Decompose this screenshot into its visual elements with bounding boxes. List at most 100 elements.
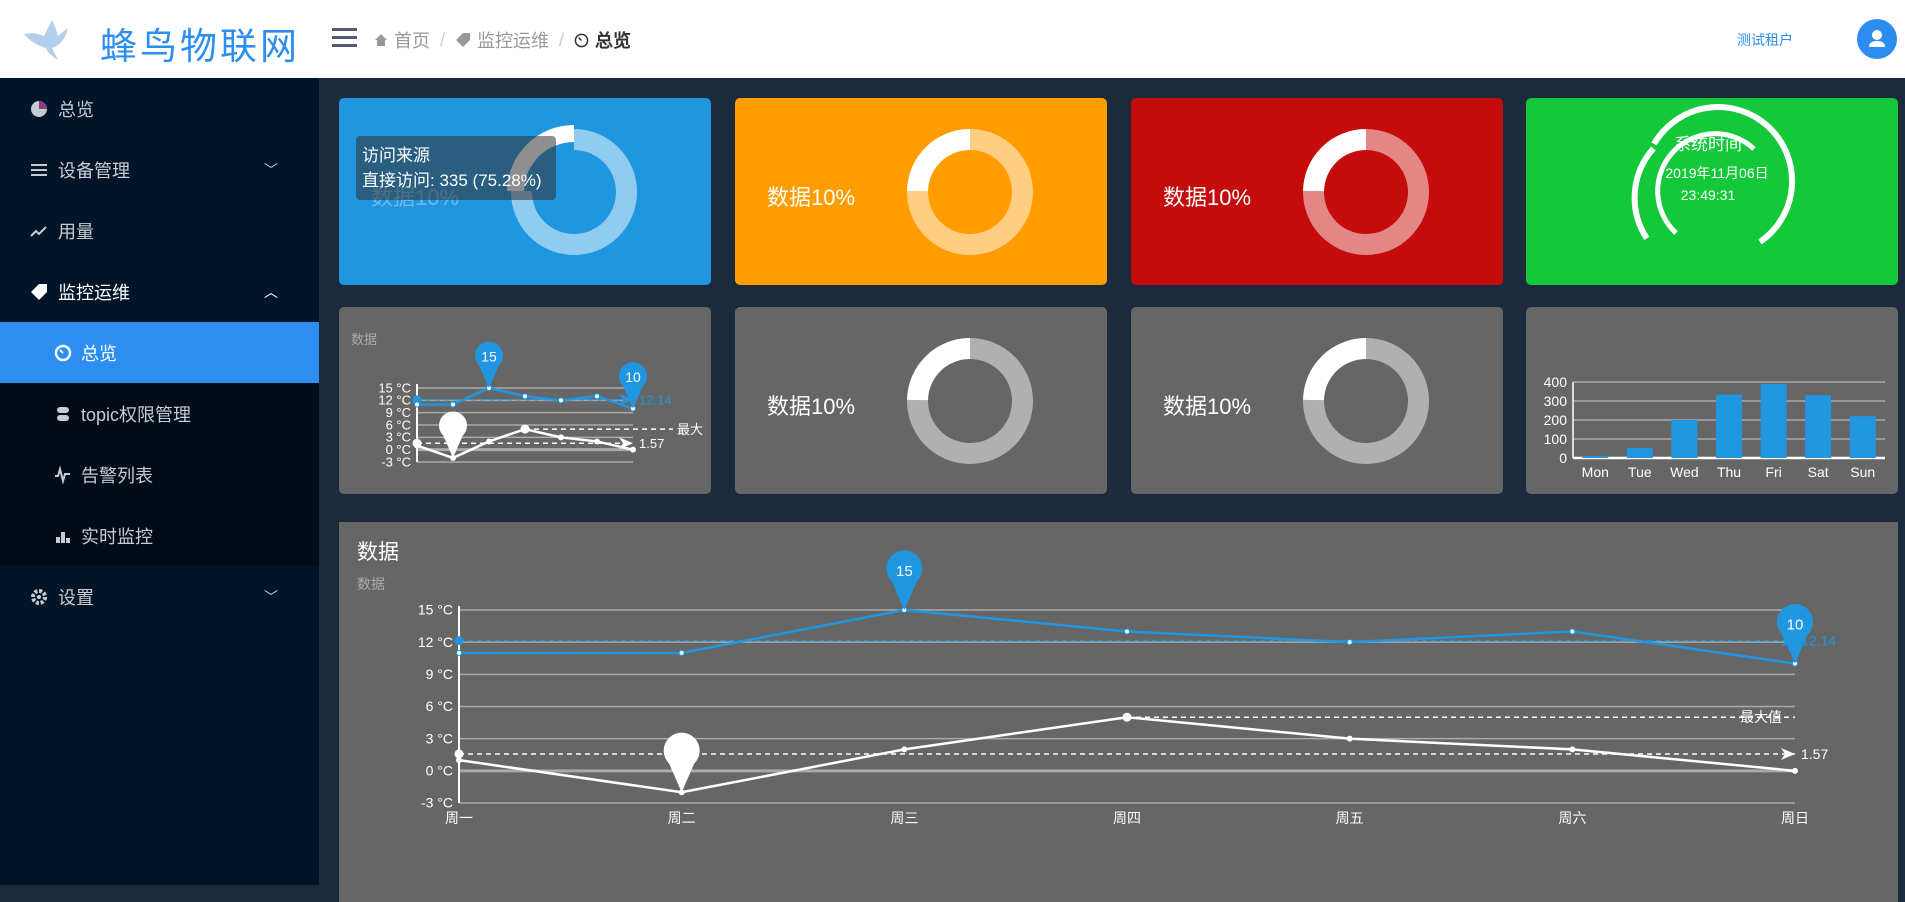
clock-display: 系统时间 2019年11月06日 23:49:31 <box>1526 130 1898 203</box>
max-marker <box>520 424 530 434</box>
tooltip: 访问来源 直接访问: 335 (75.28%) <box>356 136 556 200</box>
data-point <box>414 401 420 408</box>
sidebar-item-monitor[interactable]: 监控运维 ︿ <box>0 261 319 322</box>
user-name[interactable]: 测试租户 <box>1737 30 1793 50</box>
bar-chart-icon <box>56 531 70 543</box>
bar-wed <box>1671 420 1698 458</box>
pin-label: 10 <box>1787 616 1804 633</box>
breadcrumb-monitor[interactable]: 监控运维 <box>477 27 549 53</box>
y-tick-label: 0 °C <box>426 763 453 779</box>
x-tick-label: Mon <box>1582 464 1609 480</box>
clock-title: 系统时间 <box>1674 135 1742 154</box>
breadcrumb-current: 总览 <box>595 31 632 51</box>
x-tick-label: 周三 <box>890 810 918 826</box>
sidebar-item-label: 实时监控 <box>81 526 153 547</box>
sidebar-item-monitor-overview[interactable]: 总览 <box>0 322 319 383</box>
temperature-chart: -3 °C 0 °C 3 °C 6 °C 9 °C 12 °C 15 °C 周一 周二 周三 周四 周… <box>418 550 1836 826</box>
data-point <box>1346 735 1353 742</box>
pulse-icon <box>55 465 70 484</box>
bar-sun <box>1849 416 1876 458</box>
stat-card-orange: 数据10% <box>735 98 1107 285</box>
pin-label: 15 <box>896 563 913 580</box>
menu-toggle-icon[interactable] <box>332 28 357 48</box>
y-tick-label: 12 °C <box>418 634 453 650</box>
data-point <box>450 401 456 408</box>
dashboard-icon <box>574 33 589 47</box>
y-tick-label: 3 °C <box>426 730 453 746</box>
tooltip-value: 直接访问: 335 (75.28%) <box>362 171 542 190</box>
weekly-bar-chart: 0 100 200 300 400 Mon Tue Wed Thu Fri Sat Sun <box>1544 374 1885 480</box>
sidebar-item-usage[interactable]: 用量 <box>0 200 319 261</box>
user-icon <box>1869 30 1885 47</box>
breadcrumb-home[interactable]: 首页 <box>394 27 430 53</box>
donut-slice-rest <box>1303 129 1366 192</box>
x-tick-label: 周日 <box>1781 810 1809 826</box>
x-tick-label: 周六 <box>1558 810 1586 826</box>
clock-date: 2019年11月06日 <box>1665 165 1769 181</box>
dashboard-icon <box>54 344 72 361</box>
data-point <box>414 442 420 449</box>
sidebar-item-label: 设备管理 <box>58 160 130 181</box>
pin-label: 10 <box>625 369 641 385</box>
average-label: 1.57 <box>1801 746 1828 762</box>
tag-icon <box>456 33 471 47</box>
donut-slice-rest <box>1303 338 1366 401</box>
data-point <box>678 649 685 656</box>
pin-label: 15 <box>481 348 497 364</box>
hummingbird-logo-icon <box>24 20 68 60</box>
x-tick-label: 周二 <box>668 810 696 826</box>
sidebar-item-label: 总览 <box>81 343 117 364</box>
x-tick-label: Tue <box>1628 464 1652 480</box>
average-label: 12.14 <box>639 393 672 408</box>
bar-sat <box>1805 395 1832 458</box>
donut-slice-rest <box>907 338 970 401</box>
max-line-label: 最大值 <box>1740 709 1782 725</box>
data-point <box>594 393 600 400</box>
sidebar-item-realtime[interactable]: 实时监控 <box>0 505 319 566</box>
max-marker <box>1122 712 1132 722</box>
sidebar-item-settings[interactable]: 设置 ﹀ <box>0 566 319 627</box>
bar-thu <box>1716 394 1742 458</box>
x-tick-label: 周一 <box>445 810 473 826</box>
x-tick-label: 周四 <box>1113 810 1141 826</box>
card-label: 数据10% <box>767 394 856 419</box>
toggle-icon <box>57 406 69 421</box>
stat-card-gray: 数据10% <box>1131 307 1503 494</box>
sidebar-item-label: topic权限管理 <box>81 404 192 425</box>
y-tick-label: 9 °C <box>426 666 453 682</box>
sidebar-item-alerts[interactable]: 告警列表 <box>0 444 319 505</box>
breadcrumb-separator: / <box>559 29 565 50</box>
max-line-label: 最大 <box>677 422 703 437</box>
data-point <box>558 434 564 441</box>
chevron-down-icon: ﹀ <box>264 161 278 178</box>
pin-marker-icon <box>1777 603 1813 664</box>
avatar[interactable] <box>1857 19 1897 59</box>
temperature-mini-card: 数据 -3 °C 0 °C 3 °C 6 °C 9 °C 12 °C 15 °C 12.14 1… <box>339 307 711 494</box>
series-line <box>458 715 1796 794</box>
data-point <box>1124 628 1130 635</box>
data-point <box>1569 746 1576 753</box>
sidebar-item-topic[interactable]: topic权限管理 <box>0 383 319 444</box>
y-tick-label: 6 °C <box>426 698 453 714</box>
y-tick-label: 300 <box>1544 393 1568 409</box>
stat-card-gray: 数据10% <box>735 307 1107 494</box>
sidebar-item-overview[interactable]: 总览 <box>0 78 319 139</box>
pie-chart-icon <box>31 100 47 117</box>
top-header: 蜂鸟物联网 首页 / 监控运维 / 总览 测试租户 <box>0 0 1905 78</box>
home-icon <box>375 34 387 46</box>
bar-fri <box>1760 383 1787 458</box>
breadcrumb: 首页 / 监控运维 / 总览 <box>374 27 631 53</box>
sidebar: 总览 设备管理 ﹀ 用量 监控运维 ︿ 总览 topic权限管理 告警列表 实时监控… <box>0 78 319 885</box>
x-tick-label: Sat <box>1808 464 1829 480</box>
sidebar-item-label: 用量 <box>58 221 94 242</box>
sidebar-item-devices[interactable]: 设备管理 ﹀ <box>0 139 319 200</box>
x-tick-label: Sun <box>1850 464 1875 480</box>
x-tick-label: Thu <box>1717 464 1741 480</box>
card-label: 数据10% <box>1163 394 1252 419</box>
average-label: 1.57 <box>639 436 664 451</box>
data-point <box>1792 767 1798 774</box>
card-label: 数据10% <box>767 185 856 210</box>
temperature-panel: 数据 数据 -3 °C 0 °C 3 °C 6 °C 9 °C 12 °C 15 °C 周一周… <box>339 522 1898 902</box>
clock-card: 系统时间 2019年11月06日 23:49:31 <box>1526 98 1898 285</box>
data-point <box>901 746 908 753</box>
